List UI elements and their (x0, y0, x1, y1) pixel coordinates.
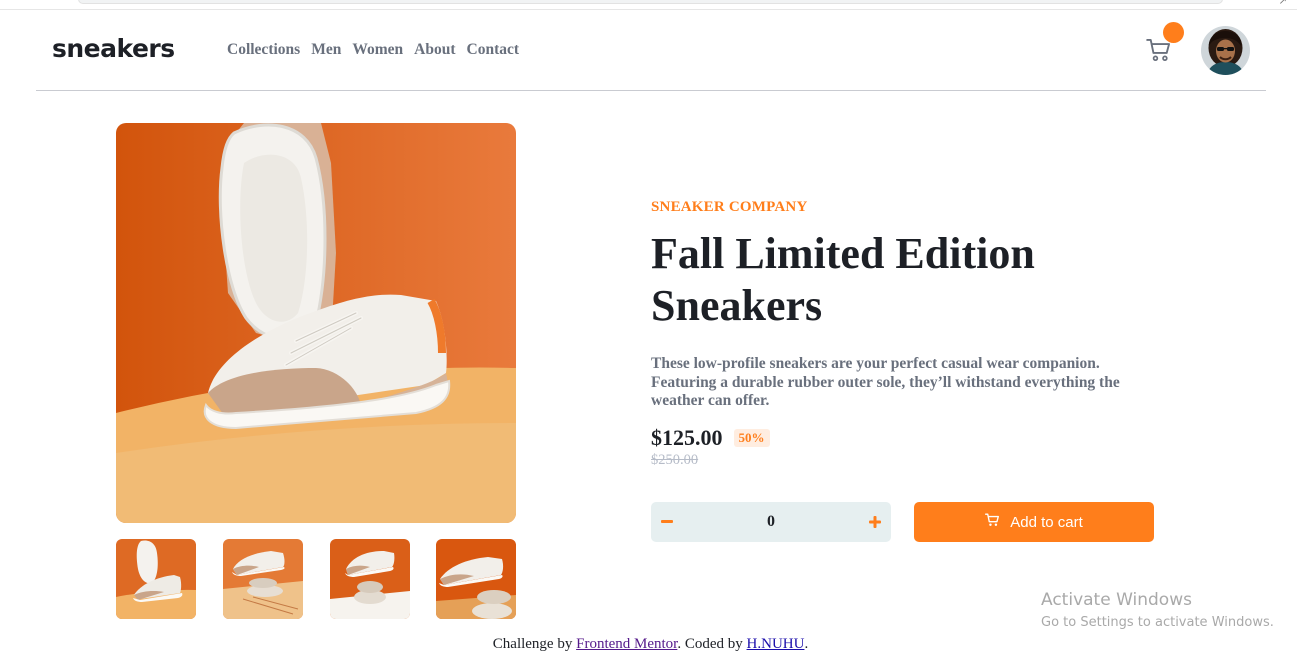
price-row: $125.00 50% (651, 425, 770, 451)
discount-badge: 50% (733, 429, 770, 447)
thumbnail-strip (116, 539, 516, 619)
nav-link-men[interactable]: Men (311, 41, 341, 59)
browser-arrow-icon: ↗ (1278, 0, 1287, 7)
attribution-middle: . Coded by (677, 636, 747, 652)
nav-link-women[interactable]: Women (352, 41, 403, 59)
windows-activation-subtitle: Go to Settings to activate Windows. (1041, 615, 1274, 630)
windows-activation-title: Activate Windows (1041, 590, 1192, 610)
quantity-stepper: 0 (651, 502, 891, 542)
product-main-image[interactable] (116, 123, 516, 523)
nav-link-contact[interactable]: Contact (467, 41, 520, 59)
company-name: SNEAKER COMPANY (651, 199, 808, 215)
thumbnail-1[interactable] (116, 539, 196, 619)
address-bar-remnant (78, 0, 1223, 4)
product-title: Fall Limited Edition Sneakers (651, 229, 1035, 330)
quantity-value: 0 (767, 513, 775, 530)
minus-icon[interactable] (651, 502, 683, 542)
cart-icon (985, 513, 1000, 532)
add-to-cart-button[interactable]: Add to cart (914, 502, 1154, 542)
nav-link-about[interactable]: About (414, 41, 455, 59)
current-price: $125.00 (651, 425, 723, 450)
nav-link-collections[interactable]: Collections (227, 41, 300, 59)
author-link[interactable]: H.NUHU (747, 636, 805, 652)
plus-icon[interactable] (859, 502, 891, 542)
thumbnail-4[interactable] (436, 539, 516, 619)
add-to-cart-label: Add to cart (1010, 513, 1083, 531)
cart-count-badge (1163, 22, 1184, 43)
brand-logo[interactable]: sneakers (52, 34, 175, 63)
site-header: sneakers Collections Men Women About Con… (36, 10, 1266, 91)
attribution-prefix: Challenge by (492, 636, 577, 652)
original-price: $250.00 (651, 452, 699, 468)
attribution: Challenge by Frontend Mentor. Coded by H… (0, 636, 1297, 653)
thumbnail-2[interactable] (223, 539, 303, 619)
frontend-mentor-link[interactable]: Frontend Mentor (576, 636, 677, 652)
avatar[interactable] (1201, 26, 1250, 75)
browser-top-strip: ↗ (0, 0, 1297, 10)
thumbnail-3[interactable] (330, 539, 410, 619)
product-description: These low-profile sneakers are your perf… (651, 355, 1120, 409)
main-nav: Collections Men Women About Contact (227, 41, 519, 59)
attribution-suffix: . (804, 636, 809, 652)
